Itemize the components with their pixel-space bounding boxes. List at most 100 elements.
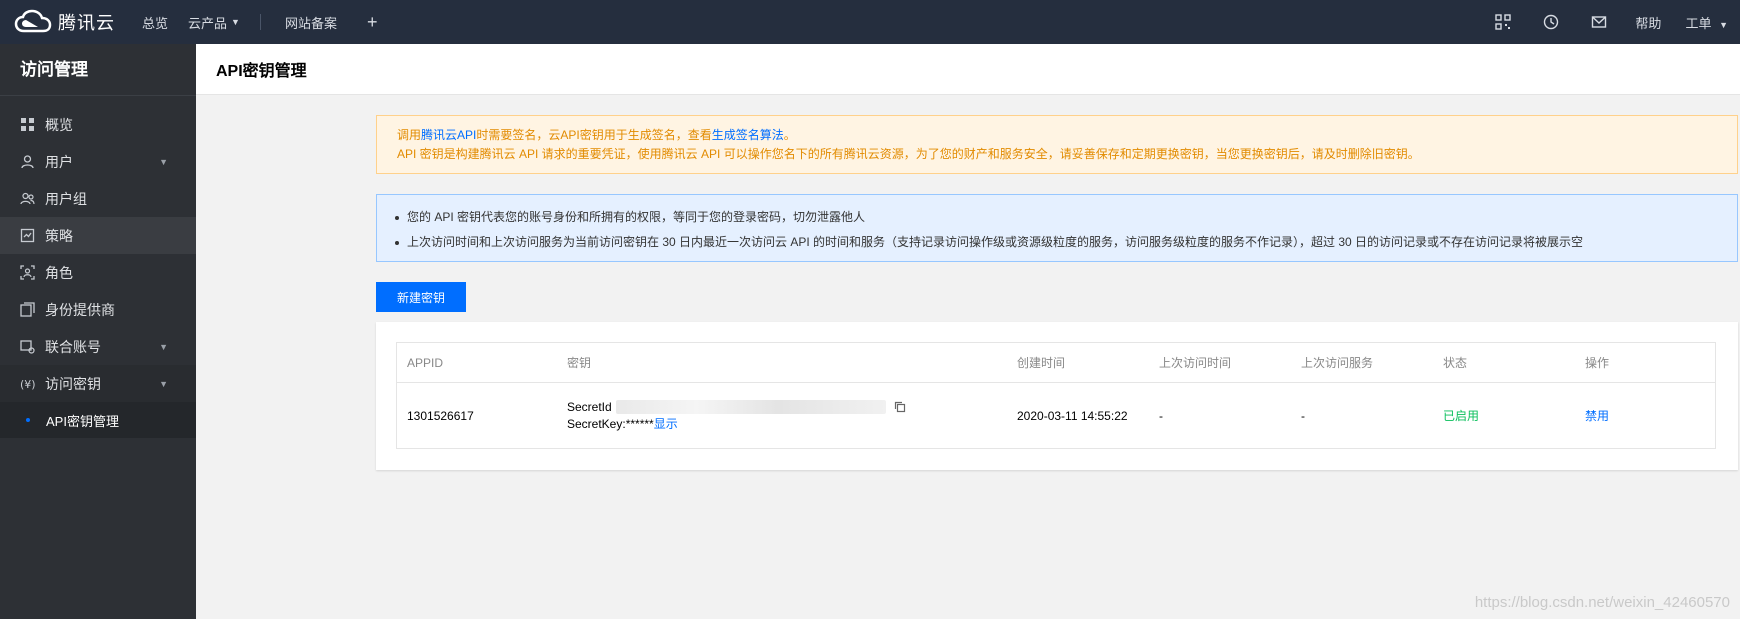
grid-icon [21,118,34,131]
sidebar-group-access-keys: (¥) 访问密钥 ▼ API密钥管理 [0,365,196,438]
cell-actions: 禁用 [1575,407,1715,424]
warning-text: 时需要签名，云API密钥用于生成签名，查看 [476,128,712,142]
brand-name: 腾讯云 [58,13,115,33]
warning-line-1: 调用腾讯云API时需要签名，云API密钥用于生成签名，查看生成签名算法。 [397,126,1717,145]
sidebar-item-overview[interactable]: 概览 [0,106,196,143]
disable-key-link[interactable]: 禁用 [1585,409,1609,423]
info-item: 您的 API 密钥代表您的账号身份和所拥有的权限，等同于您的登录密码，切勿泄露他… [395,205,1719,230]
secret-key-label: SecretKey:****** [567,416,654,431]
sidebar-item-label: 策略 [45,227,73,244]
nav-products-label: 云产品 [188,15,228,31]
svg-text:(¥): (¥) [20,378,35,391]
copy-icon[interactable] [894,401,906,413]
sidebar-subitem-api-key-management[interactable]: API密钥管理 [0,402,196,438]
federated-account-icon [20,340,35,354]
main-content: 调用腾讯云API时需要签名，云API密钥用于生成签名，查看生成签名算法。 API… [376,95,1738,470]
cell-last-access-time: - [1159,408,1163,423]
status-badge: 已启用 [1443,409,1480,423]
column-header-last-access-time: 上次访问时间 [1159,356,1232,370]
column-header-actions: 操作 [1585,356,1610,370]
identity-provider-icon [20,302,35,317]
sidebar-item-user-groups[interactable]: 用户组 [0,180,196,217]
user-group-icon [20,192,35,205]
sidebar-item-label: 身份提供商 [45,301,115,318]
cell-key: SecretId SecretKey:****** 显示 [557,399,1007,433]
key-icon: (¥) [20,378,35,391]
top-navbar: 腾讯云 总览 云产品 ▼ 网站备案 + 帮助 工单 ▼ [0,0,1740,44]
chevron-down-icon: ▼ [159,341,168,352]
info-notice: 您的 API 密钥代表您的账号身份和所拥有的权限，等同于您的登录密码，切勿泄露他… [376,194,1738,262]
info-item: 上次访问时间和上次访问服务为当前访问密钥在 30 日内最近一次访问云 API 的… [395,230,1719,255]
sidebar-item-policies[interactable]: 策略 [0,217,196,254]
new-key-button[interactable]: 新建密钥 [376,282,466,312]
ticket-menu[interactable]: 工单 ▼ [1673,13,1740,32]
sidebar-item-federated-accounts[interactable]: 联合账号 ▼ [0,328,196,365]
sidebar-item-identity-providers[interactable]: 身份提供商 [0,291,196,328]
sidebar-item-label: 概览 [45,116,73,133]
active-dot-icon [26,418,30,422]
sidebar-title: 访问管理 [0,44,196,96]
bullet-icon [395,240,399,245]
signature-algorithm-link[interactable]: 生成签名算法 [712,128,784,142]
nav-divider [259,14,261,30]
column-header-appid: APPID [407,355,444,370]
secret-key-line: SecretKey:****** 显示 [567,416,1007,433]
key-table: APPID 密钥 创建时间 上次访问时间 上次访问服务 状态 操作 130152… [396,342,1716,449]
cell-appid: 1301526617 [407,408,474,423]
nav-icp-filing[interactable]: 网站备案 [285,13,337,32]
qrcode-icon[interactable] [1479,14,1527,30]
clock-icon[interactable] [1527,14,1575,30]
add-shortcut-icon[interactable]: + [367,12,378,33]
mail-icon[interactable] [1575,14,1623,30]
role-icon [20,265,35,280]
nav-overview[interactable]: 总览 [142,13,168,32]
cloud-logo-icon [14,9,52,33]
key-table-card: APPID 密钥 创建时间 上次访问时间 上次访问服务 状态 操作 130152… [376,322,1738,470]
sidebar-item-label: 角色 [45,264,73,281]
info-item-text: 上次访问时间和上次访问服务为当前访问密钥在 30 日内最近一次访问云 API 的… [407,235,1584,249]
sidebar-subitem-label: API密钥管理 [46,413,119,429]
secret-id-line: SecretId [567,399,1007,416]
table-row: 1301526617 SecretId SecretKey:****** 显示 2… [397,383,1715,448]
chevron-up-icon: ▼ [159,378,168,389]
secret-id-redacted [615,400,886,414]
topbar-right: 帮助 工单 ▼ [1479,0,1740,44]
column-header-created: 创建时间 [1017,356,1066,370]
chevron-down-icon: ▼ [1719,19,1728,30]
sidebar: 访问管理 概览 用户 ▼ 用户组 策略 角色 身份提供商 联合账号 ▼ (¥) … [0,44,196,619]
warning-text: 调用 [397,128,422,142]
sidebar-item-label: 访问密钥 [45,375,101,392]
column-header-status: 状态 [1443,356,1468,370]
chevron-down-icon: ▼ [159,156,168,167]
watermark: https://blog.csdn.net/weixin_42460570 [1474,594,1730,611]
sidebar-item-label: 用户 [45,153,73,170]
warning-text: 。 [783,128,796,142]
secret-id-label: SecretId [567,399,612,414]
sidebar-item-label: 用户组 [45,190,87,207]
user-icon [21,155,34,169]
bullet-icon [395,215,399,220]
sidebar-item-access-keys[interactable]: (¥) 访问密钥 ▼ [0,365,196,402]
ticket-label: 工单 [1685,15,1712,31]
brand-logo[interactable]: 腾讯云 [0,9,130,35]
chevron-down-icon: ▼ [231,17,240,27]
info-item-text: 您的 API 密钥代表您的账号身份和所拥有的权限，等同于您的登录密码，切勿泄露他… [407,210,866,224]
sidebar-item-roles[interactable]: 角色 [0,254,196,291]
warning-notice: 调用腾讯云API时需要签名，云API密钥用于生成签名，查看生成签名算法。 API… [376,115,1738,174]
show-secret-key-link[interactable]: 显示 [654,416,678,433]
cell-status: 已启用 [1433,407,1575,424]
page-header: API密钥管理 [196,44,1740,95]
cell-last-access-service: - [1301,408,1305,423]
table-header: APPID 密钥 创建时间 上次访问时间 上次访问服务 状态 操作 [397,343,1715,383]
tencent-cloud-api-link[interactable]: 腾讯云API [421,128,476,142]
help-link[interactable]: 帮助 [1623,13,1673,32]
sidebar-item-users[interactable]: 用户 ▼ [0,143,196,180]
cell-created: 2020-03-11 14:55:22 [1017,408,1128,423]
sidebar-item-label: 联合账号 [45,338,101,355]
nav-products[interactable]: 云产品 ▼ [188,13,240,32]
page-title: API密钥管理 [216,63,307,80]
column-header-key: 密钥 [567,356,592,370]
policy-icon [20,228,35,243]
column-header-last-access-service: 上次访问服务 [1301,356,1374,370]
warning-line-2: API 密钥是构建腾讯云 API 请求的重要凭证，使用腾讯云 API 可以操作您… [397,147,1420,161]
